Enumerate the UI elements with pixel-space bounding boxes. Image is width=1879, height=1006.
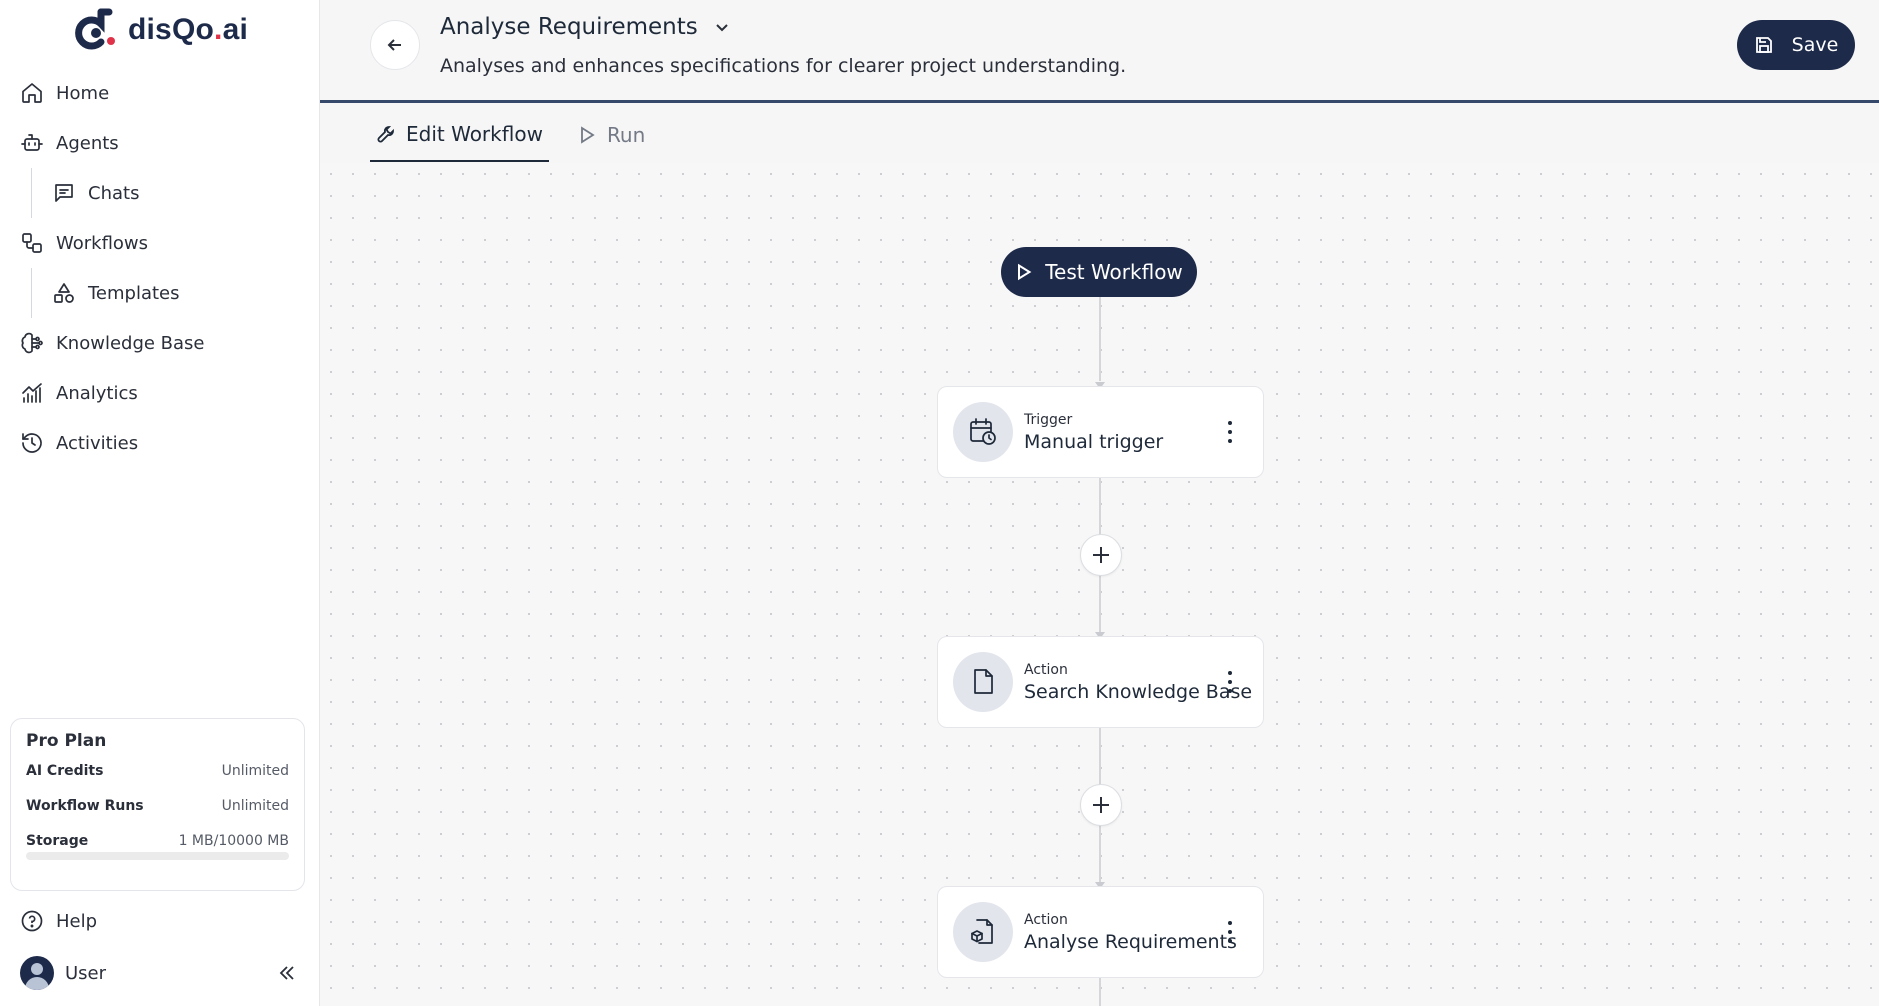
save-icon: [1755, 37, 1772, 53]
file-box-icon: [953, 902, 1013, 962]
plan-row-workflow-runs: Workflow Runs Unlimited: [26, 798, 289, 833]
node-menu-button[interactable]: [1227, 921, 1233, 943]
sidebar-item-label: Chats: [88, 182, 140, 204]
sidebar-item-label: Home: [56, 82, 110, 104]
history-icon: [20, 431, 44, 455]
wrench-icon: [377, 125, 394, 142]
connector-arrow: [1095, 624, 1105, 639]
add-step-button[interactable]: [1080, 784, 1122, 826]
calendar-clock-icon: [953, 402, 1013, 462]
home-icon: [20, 81, 44, 105]
plan-card: Pro Plan AI Credits Unlimited Workflow R…: [10, 718, 305, 891]
sidebar-item-analytics[interactable]: Analytics: [0, 368, 320, 418]
plan-title: Pro Plan: [26, 731, 107, 751]
user-label: User: [65, 962, 107, 984]
sidebar-item-knowledge-base[interactable]: Knowledge Base: [0, 318, 320, 368]
test-workflow-label: Test Workflow: [1045, 260, 1183, 284]
plan-row-key: Workflow Runs: [26, 798, 144, 814]
chevrons-left-icon: [279, 966, 294, 980]
plus-icon: [1093, 547, 1109, 563]
sidebar-item-label: Agents: [56, 132, 119, 154]
sidebar: disQo.ai Home Agents Chats Workflows Tem…: [0, 0, 320, 1006]
connector-line: [1099, 978, 1101, 1006]
sidebar-item-label: Analytics: [56, 382, 138, 404]
plan-row-value: 1 MB/10000 MB: [178, 833, 289, 849]
bot-icon: [20, 131, 44, 155]
main-area: Analyse Requirements Analyses and enhanc…: [320, 0, 1879, 1006]
tab-label: Edit Workflow: [406, 121, 543, 146]
chat-icon: [52, 181, 76, 205]
play-icon: [1018, 263, 1032, 281]
workflow-canvas[interactable]: Test Workflow Trigger Manual trigger Act…: [320, 163, 1879, 1006]
help-label: Help: [56, 910, 98, 932]
sidebar-item-label: Templates: [88, 282, 180, 304]
plan-row-key: AI Credits: [26, 763, 104, 779]
node-name: Analyse Requirements: [1024, 930, 1237, 953]
workflow-icon: [20, 231, 44, 255]
brand-logo[interactable]: disQo.ai: [74, 6, 248, 54]
page-title: Analyse Requirements: [440, 14, 698, 40]
workflow-node-analyse-requirements[interactable]: Action Analyse Requirements: [937, 886, 1264, 978]
brand-name: disQo.ai: [128, 13, 248, 46]
avatar: [20, 956, 54, 990]
plus-icon: [1093, 797, 1109, 813]
tab-run[interactable]: Run: [571, 107, 651, 162]
node-menu-button[interactable]: [1227, 671, 1233, 693]
chevron-down-icon: [714, 19, 730, 35]
sidebar-item-workflows[interactable]: Workflows: [0, 218, 320, 268]
node-name: Manual trigger: [1024, 430, 1164, 453]
workflow-node-search-knowledge-base[interactable]: Action Search Knowledge Base: [937, 636, 1264, 728]
sidebar-item-label: Workflows: [56, 232, 149, 254]
shapes-icon: [52, 281, 76, 305]
sidebar-item-label: Activities: [56, 432, 139, 454]
file-icon: [953, 652, 1013, 712]
node-kind: Action: [1024, 911, 1068, 928]
help-link[interactable]: Help: [20, 909, 97, 933]
plan-row-storage: Storage 1 MB/10000 MB: [26, 833, 289, 868]
sidebar-item-chats[interactable]: Chats: [0, 168, 320, 218]
sidebar-item-home[interactable]: Home: [0, 68, 320, 118]
workflow-node-trigger[interactable]: Trigger Manual trigger: [937, 386, 1264, 478]
back-button[interactable]: [370, 20, 420, 70]
node-menu-button[interactable]: [1227, 421, 1233, 443]
test-workflow-button[interactable]: Test Workflow: [1001, 247, 1197, 297]
tab-edit-workflow[interactable]: Edit Workflow: [370, 107, 549, 162]
help-icon: [21, 910, 43, 932]
logo-icon: [75, 8, 115, 50]
add-step-button[interactable]: [1080, 534, 1122, 576]
node-kind: Trigger: [1024, 411, 1073, 428]
brain-icon: [20, 331, 44, 355]
save-label: Save: [1791, 34, 1839, 56]
plan-row-ai-credits: AI Credits Unlimited: [26, 763, 289, 798]
sidebar-nav: Home Agents Chats Workflows Templates Kn…: [0, 68, 320, 468]
tab-bar: Edit Workflow Run: [370, 107, 673, 162]
connector-arrow: [1095, 874, 1105, 889]
node-kind: Action: [1024, 661, 1068, 678]
plan-row-value: Unlimited: [221, 763, 289, 779]
tab-label: Run: [606, 122, 646, 147]
save-button[interactable]: Save: [1737, 20, 1855, 70]
collapse-sidebar-button[interactable]: [276, 962, 298, 984]
sidebar-item-agents[interactable]: Agents: [0, 118, 320, 168]
workflow-title-dropdown[interactable]: Analyse Requirements: [440, 14, 730, 40]
page-header: Analyse Requirements Analyses and enhanc…: [320, 0, 1879, 103]
plan-row-value: Unlimited: [221, 798, 289, 814]
play-icon: [581, 125, 595, 144]
arrow-left-icon: [387, 39, 401, 51]
sidebar-item-label: Knowledge Base: [56, 332, 205, 354]
plan-row-key: Storage: [26, 833, 89, 849]
chart-icon: [20, 381, 44, 405]
storage-progress-bar: [26, 852, 289, 860]
connector-arrow: [1095, 374, 1105, 389]
sidebar-item-activities[interactable]: Activities: [0, 418, 320, 468]
sidebar-item-templates[interactable]: Templates: [0, 268, 320, 318]
user-menu[interactable]: User: [20, 956, 106, 990]
page-subtitle: Analyses and enhances specifications for…: [440, 55, 1127, 77]
connector-line: [1099, 297, 1101, 381]
node-name: Search Knowledge Base: [1024, 680, 1253, 703]
